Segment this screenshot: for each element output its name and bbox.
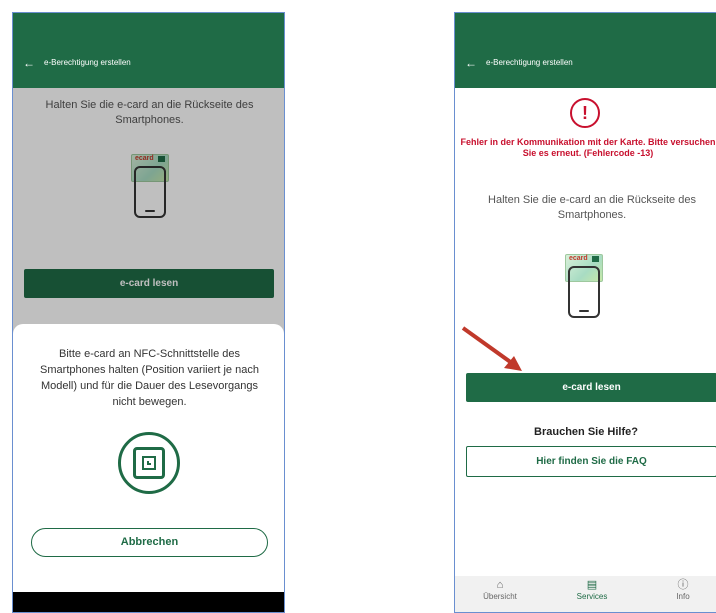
nfc-icon — [118, 432, 180, 494]
info-icon: ⓘ — [677, 579, 689, 591]
nav-label: Übersicht — [483, 592, 517, 601]
cancel-button[interactable]: Abbrechen — [31, 528, 268, 557]
faq-button[interactable]: Hier finden Sie die FAQ — [466, 446, 716, 477]
left-phone-screen: ← e-Berechtigung erstellen Halten Sie di… — [12, 12, 285, 613]
help-title: Brauchen Sie Hilfe? — [534, 426, 638, 438]
nav-label: Info — [676, 592, 690, 601]
bottom-navigation: ⌂ Übersicht ▤ Services ⓘ Info — [455, 576, 716, 612]
nav-item-services[interactable]: ▤ Services — [567, 579, 617, 601]
ecard-logo-text: ecard — [569, 255, 588, 262]
home-icon: ⌂ — [496, 579, 504, 591]
instruction-text: Halten Sie die e-card an die Rückseite d… — [488, 194, 696, 221]
ecard-chip — [592, 256, 599, 262]
page-title: e-Berechtigung erstellen — [44, 58, 131, 67]
read-ecard-button[interactable]: e-card lesen — [466, 373, 716, 402]
nav-item-info[interactable]: ⓘ Info — [663, 579, 703, 601]
app-bar: ← e-Berechtigung erstellen — [13, 13, 284, 88]
nav-label: Services — [576, 592, 608, 601]
error-icon: ! — [570, 98, 600, 128]
app-bar: ← e-Berechtigung erstellen — [455, 13, 716, 88]
smartphone-icon — [568, 266, 600, 318]
pointer-arrow-icon — [461, 326, 522, 371]
back-arrow-icon[interactable]: ← — [23, 56, 37, 70]
nfc-message: Bitte e-card an NFC-Schnittstelle des Sm… — [40, 348, 259, 408]
nav-item-uebersicht[interactable]: ⌂ Übersicht — [475, 579, 525, 601]
services-icon: ▤ — [586, 579, 598, 591]
page-title: e-Berechtigung erstellen — [486, 58, 573, 67]
system-nav-bar — [13, 592, 284, 612]
ecard-phone-illustration: ecard — [565, 254, 603, 334]
error-message: Fehler in der Kommunikation mit der Kart… — [460, 137, 716, 158]
back-arrow-icon[interactable]: ← — [465, 56, 479, 70]
nfc-bottom-sheet: Bitte e-card an NFC-Schnittstelle des Sm… — [13, 324, 284, 594]
right-phone-screen: ← e-Berechtigung erstellen ! Fehler in d… — [454, 12, 716, 613]
